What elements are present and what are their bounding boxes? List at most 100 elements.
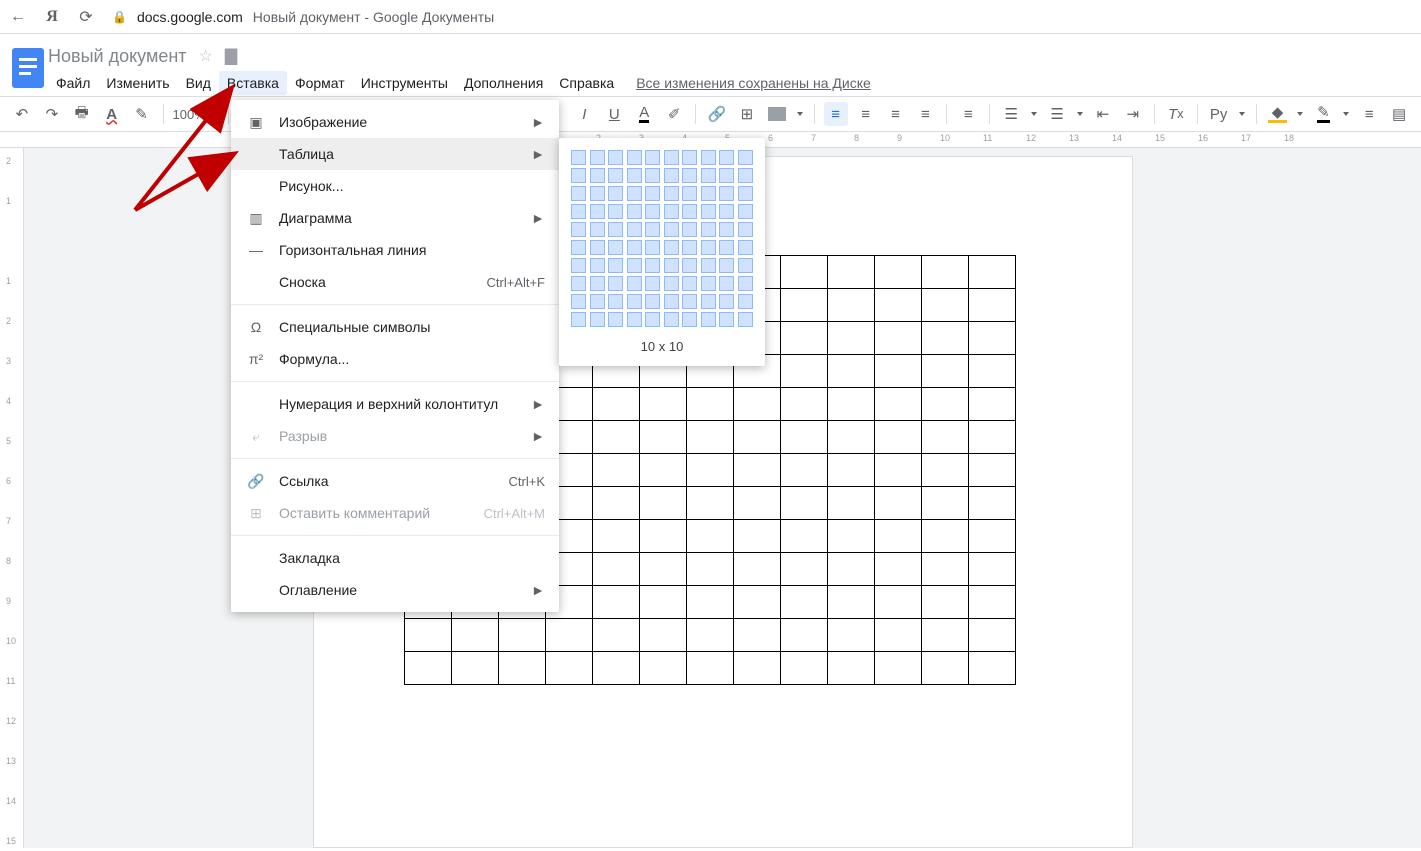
picker-cell[interactable]: [738, 204, 753, 219]
table-cell[interactable]: [874, 454, 921, 487]
table-cell[interactable]: [733, 652, 780, 685]
picker-cell[interactable]: [608, 276, 623, 291]
picker-cell[interactable]: [608, 240, 623, 255]
table-cell[interactable]: [921, 619, 968, 652]
picker-cell[interactable]: [738, 186, 753, 201]
picker-cell[interactable]: [590, 150, 605, 165]
picker-cell[interactable]: [719, 204, 734, 219]
table-cell[interactable]: [733, 520, 780, 553]
fill-color-icon[interactable]: ◆: [1266, 102, 1290, 126]
increase-indent-icon[interactable]: ⇥: [1121, 102, 1145, 126]
picker-cell[interactable]: [571, 150, 586, 165]
picker-cell[interactable]: [571, 240, 586, 255]
picker-cell[interactable]: [590, 222, 605, 237]
picker-cell[interactable]: [664, 294, 679, 309]
input-tools-icon[interactable]: Ру: [1207, 102, 1231, 126]
table-cell[interactable]: [921, 586, 968, 619]
table-cell[interactable]: [968, 388, 1015, 421]
picker-cell[interactable]: [738, 168, 753, 183]
table-cell[interactable]: [686, 652, 733, 685]
table-cell[interactable]: [639, 487, 686, 520]
picker-cell[interactable]: [645, 204, 660, 219]
table-cell[interactable]: [874, 256, 921, 289]
menu-format[interactable]: Формат: [287, 71, 353, 95]
bulleted-list-dropdown[interactable]: [1075, 102, 1085, 126]
picker-cell[interactable]: [664, 168, 679, 183]
folder-icon[interactable]: ▇: [225, 46, 237, 66]
table-cell[interactable]: [921, 421, 968, 454]
table-cell[interactable]: [874, 553, 921, 586]
picker-cell[interactable]: [590, 294, 605, 309]
table-cell[interactable]: [686, 388, 733, 421]
table-cell[interactable]: [827, 322, 874, 355]
align-left-icon[interactable]: ≡: [824, 102, 848, 126]
table-cell[interactable]: [874, 520, 921, 553]
table-cell[interactable]: [780, 388, 827, 421]
table-picker[interactable]: 10 х 10: [559, 138, 765, 366]
docs-logo[interactable]: [8, 42, 48, 94]
picker-cell[interactable]: [590, 168, 605, 183]
picker-cell[interactable]: [682, 222, 697, 237]
table-cell[interactable]: [686, 421, 733, 454]
picker-cell[interactable]: [627, 276, 642, 291]
address-bar[interactable]: 🔒 docs.google.com Новый документ - Googl…: [112, 9, 1411, 25]
table-cell[interactable]: [780, 553, 827, 586]
table-cell[interactable]: [639, 388, 686, 421]
table-cell[interactable]: [921, 388, 968, 421]
table-cell[interactable]: [874, 487, 921, 520]
menu-item-chart[interactable]: ▥Диаграмма►: [231, 202, 559, 234]
picker-cell[interactable]: [664, 204, 679, 219]
table-cell[interactable]: [827, 553, 874, 586]
picker-cell[interactable]: [682, 258, 697, 273]
table-cell[interactable]: [639, 454, 686, 487]
picker-cell[interactable]: [682, 276, 697, 291]
picker-cell[interactable]: [719, 240, 734, 255]
picker-cell[interactable]: [719, 150, 734, 165]
table-cell[interactable]: [780, 421, 827, 454]
picker-cell[interactable]: [701, 186, 716, 201]
picker-cell[interactable]: [719, 276, 734, 291]
picker-cell[interactable]: [627, 294, 642, 309]
underline-icon[interactable]: U: [602, 102, 626, 126]
picker-cell[interactable]: [627, 240, 642, 255]
picker-cell[interactable]: [627, 258, 642, 273]
table-cell[interactable]: [592, 553, 639, 586]
table-cell[interactable]: [874, 322, 921, 355]
picker-cell[interactable]: [719, 294, 734, 309]
picker-cell[interactable]: [682, 186, 697, 201]
picker-cell[interactable]: [682, 150, 697, 165]
picker-cell[interactable]: [719, 222, 734, 237]
table-cell[interactable]: [639, 586, 686, 619]
table-cell[interactable]: [874, 586, 921, 619]
border-color-dropdown[interactable]: [1341, 102, 1351, 126]
table-cell[interactable]: [498, 652, 545, 685]
table-cell[interactable]: [968, 289, 1015, 322]
menu-tools[interactable]: Инструменты: [353, 71, 456, 95]
menu-item-drawing[interactable]: Рисунок...: [231, 170, 559, 202]
picker-cell[interactable]: [738, 240, 753, 255]
menu-item-image[interactable]: ▣Изображение►: [231, 106, 559, 138]
picker-cell[interactable]: [682, 294, 697, 309]
decrease-indent-icon[interactable]: ⇤: [1091, 102, 1115, 126]
picker-cell[interactable]: [645, 186, 660, 201]
table-cell[interactable]: [686, 487, 733, 520]
image-icon[interactable]: [765, 102, 789, 126]
comment-icon[interactable]: ⊞: [735, 102, 759, 126]
picker-cell[interactable]: [645, 294, 660, 309]
clear-format-icon[interactable]: Tx: [1164, 102, 1188, 126]
table-cell[interactable]: [733, 487, 780, 520]
picker-cell[interactable]: [701, 222, 716, 237]
vertical-ruler[interactable]: 21123456789101112131415: [0, 148, 24, 848]
picker-cell[interactable]: [664, 150, 679, 165]
picker-cell[interactable]: [645, 258, 660, 273]
table-cell[interactable]: [686, 586, 733, 619]
menu-item-toc[interactable]: Оглавление►: [231, 574, 559, 606]
table-cell[interactable]: [733, 421, 780, 454]
picker-cell[interactable]: [645, 276, 660, 291]
table-cell[interactable]: [592, 520, 639, 553]
picker-cell[interactable]: [719, 258, 734, 273]
undo-icon[interactable]: ↶: [10, 102, 34, 126]
table-cell[interactable]: [686, 553, 733, 586]
menu-item-pagenums[interactable]: Нумерация и верхний колонтитул►: [231, 388, 559, 420]
table-cell[interactable]: [968, 421, 1015, 454]
